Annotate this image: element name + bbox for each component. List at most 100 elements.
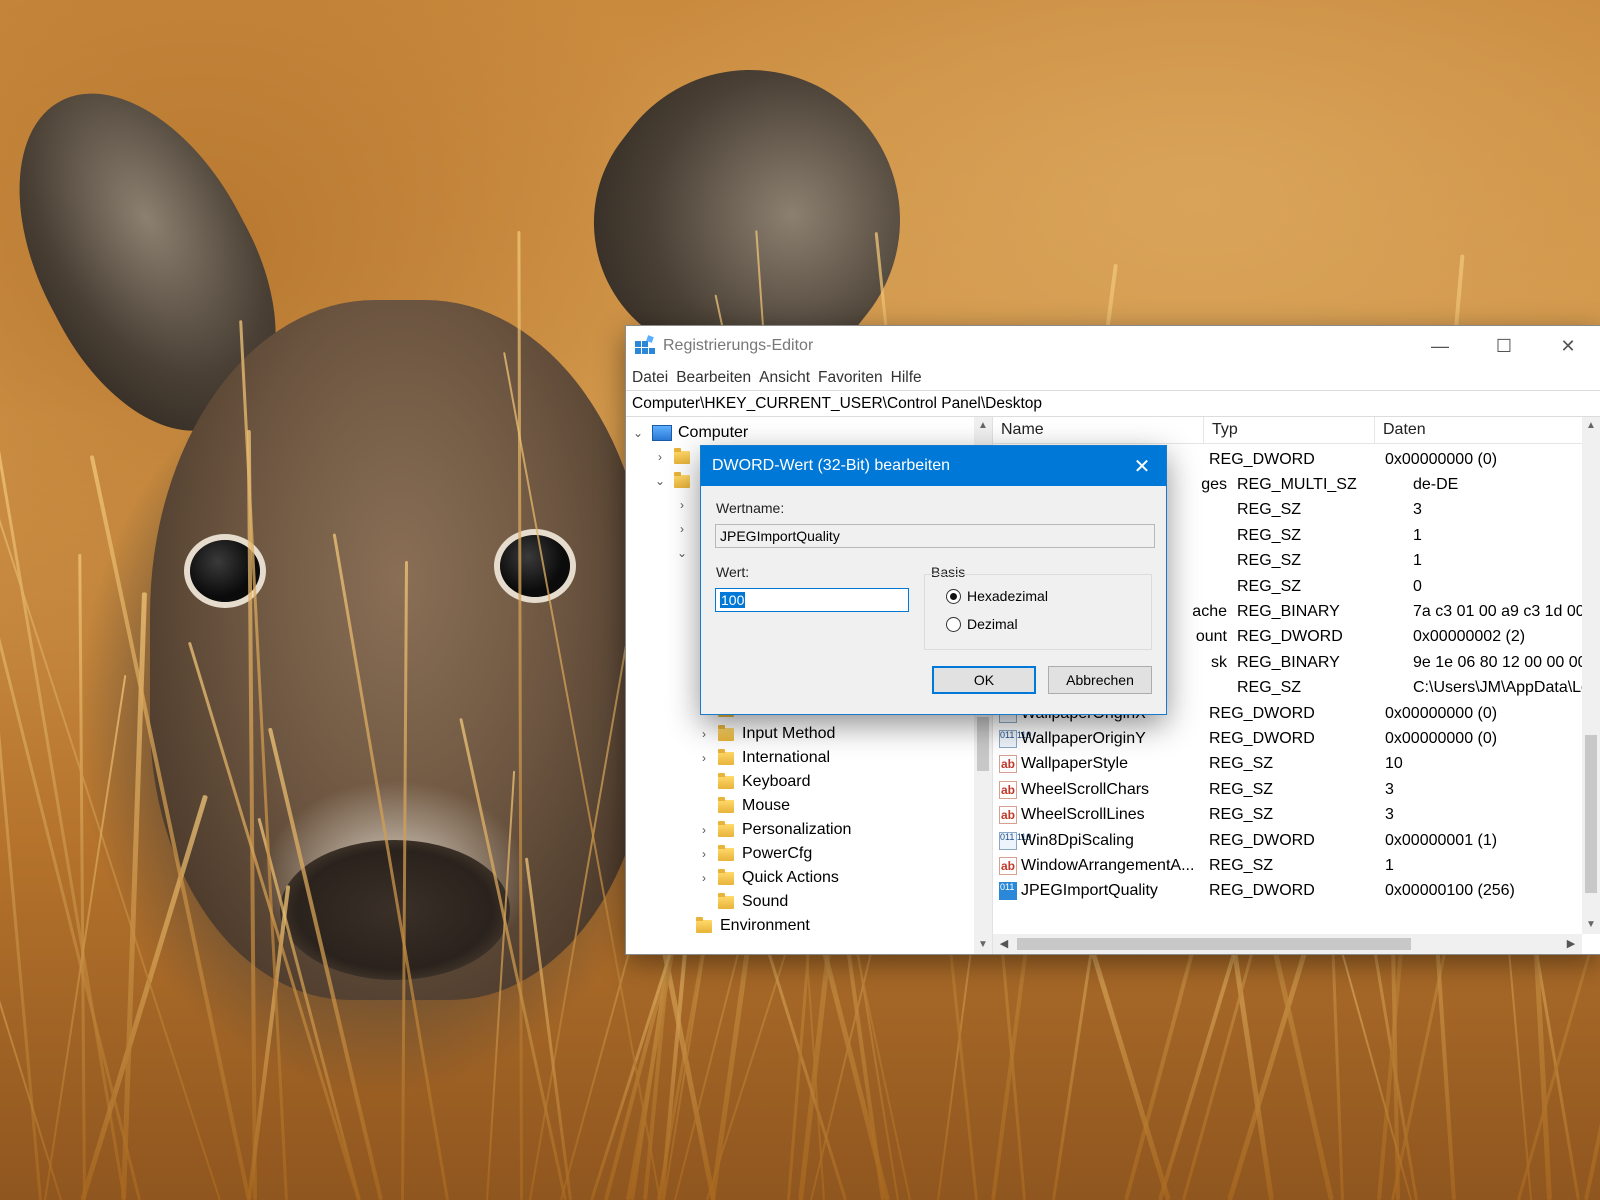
value-type-cell: REG_DWORD — [1209, 882, 1315, 900]
column-header-data[interactable]: Daten — [1375, 417, 1583, 443]
address-bar[interactable]: Computer\HKEY_CURRENT_USER\Control Panel… — [626, 390, 1600, 417]
dialog-close-button[interactable]: ✕ — [1118, 446, 1166, 486]
folder-icon — [718, 892, 734, 909]
tree-item-partial[interactable]: ⌄ — [652, 469, 698, 493]
value-name-cell: ab WheelScrollChars — [993, 780, 1203, 799]
cancel-button[interactable]: Abbrechen — [1048, 666, 1152, 694]
chevron-right-icon[interactable]: › — [696, 751, 712, 765]
base-groupbox — [924, 574, 1152, 650]
tree-item-powercfg[interactable]: › PowerCfg — [696, 842, 812, 866]
value-name: sk — [1211, 653, 1227, 671]
value-row[interactable]: ab WheelScrollChars REG_SZ 3 — [993, 777, 1585, 802]
dialog-titlebar[interactable]: DWORD-Wert (32-Bit) bearbeiten ✕ — [701, 446, 1166, 486]
list-hscroll-thumb[interactable] — [1017, 938, 1411, 950]
regedit-app-icon — [635, 335, 655, 356]
value-name-label: Wertname: — [716, 500, 785, 516]
chevron-down-icon[interactable]: ⌄ — [630, 426, 646, 440]
address-path[interactable]: Computer\HKEY_CURRENT_USER\Control Panel… — [632, 395, 1042, 413]
value-data-cell: 1 — [1413, 552, 1422, 570]
menu-datei[interactable]: Datei — [632, 369, 674, 387]
value-data-cell: 0x00000000 (0) — [1385, 729, 1498, 747]
folder-icon — [696, 916, 712, 933]
binary-value-icon: 011 110 — [999, 882, 1031, 901]
value-type-cell: REG_SZ — [1209, 856, 1274, 874]
value-row[interactable]: ab WindowArrangementA... REG_SZ 1 — [993, 853, 1585, 878]
column-header-type[interactable]: Typ — [1204, 417, 1375, 443]
tree-item-label: Input Method — [742, 725, 836, 742]
regedit-titlebar[interactable]: Registrierungs-Editor — ☐ ✕ — [626, 326, 1600, 366]
value-row[interactable]: 011 110 WallpaperOriginY REG_DWORD 0x000000… — [993, 726, 1585, 751]
tree-item-partial[interactable]: ⌄ — [674, 541, 696, 565]
chevron-right-icon[interactable]: › — [696, 871, 712, 885]
value-row[interactable]: 011 110 Win8DpiScaling REG_DWORD 0x00000001… — [993, 828, 1585, 853]
dword-edit-dialog[interactable]: DWORD-Wert (32-Bit) bearbeiten ✕ Wertnam… — [701, 446, 1166, 714]
tree-item-label: Personalization — [742, 821, 852, 838]
chevron-right-icon[interactable]: › — [652, 450, 668, 464]
chevron-right-icon[interactable]: › — [696, 727, 712, 741]
chevron-right-icon[interactable]: › — [696, 823, 712, 837]
tree-item-partial[interactable]: › — [674, 517, 696, 541]
tree-item-label: Mouse — [742, 797, 791, 814]
value-data-field[interactable]: 100 — [715, 588, 909, 612]
tree-scroll-thumb[interactable] — [977, 717, 989, 771]
value-row[interactable]: ab WheelScrollLines REG_SZ 3 — [993, 803, 1585, 828]
radio-selected-icon[interactable] — [946, 588, 961, 604]
menu-bearbeiten[interactable]: Bearbeiten — [676, 369, 757, 387]
tree-item-label: International — [742, 749, 831, 766]
list-hscrollbar[interactable]: ◀ ▶ — [993, 934, 1582, 954]
list-scrollbar[interactable]: ▲ ▼ — [1582, 417, 1600, 934]
menu-ansicht[interactable]: Ansicht — [759, 369, 816, 387]
value-name-cell: 011 110 WallpaperOriginY — [993, 729, 1203, 748]
close-button[interactable]: ✕ — [1536, 326, 1600, 366]
folder-icon — [718, 820, 734, 837]
chevron-right-icon[interactable]: › — [674, 498, 690, 512]
tree-item-partial[interactable]: › — [674, 493, 696, 517]
tree-item-personalization[interactable]: › Personalization — [696, 818, 851, 842]
tree-item-quick-actions[interactable]: › Quick Actions — [696, 866, 839, 890]
folder-icon — [718, 748, 734, 765]
chevron-down-icon[interactable]: ⌄ — [652, 474, 668, 488]
tree-item-computer[interactable]: ⌄ Computer — [630, 421, 748, 445]
grass-stem — [78, 554, 87, 1200]
radio-hexadecimal[interactable]: Hexadezimal — [946, 588, 1048, 604]
scroll-up-icon[interactable]: ▲ — [974, 417, 992, 435]
tree-item-input-method[interactable]: › Input Method — [696, 722, 835, 746]
scroll-down-icon[interactable]: ▼ — [1582, 916, 1600, 934]
maximize-button[interactable]: ☐ — [1472, 326, 1536, 366]
value-type-cell: REG_SZ — [1209, 755, 1274, 773]
tree-item-environment[interactable]: Environment — [674, 914, 810, 938]
list-header: Name Typ Daten — [993, 417, 1600, 444]
scroll-down-icon[interactable]: ▼ — [974, 936, 992, 954]
tree-item-keyboard[interactable]: Keyboard — [696, 770, 811, 794]
value-data-cell: 1 — [1385, 856, 1394, 874]
value-row[interactable]: ab WallpaperStyle REG_SZ 10 — [993, 752, 1585, 777]
scroll-right-icon[interactable]: ▶ — [1562, 934, 1580, 954]
value-row[interactable]: 011 110 JPEGImportQuality REG_DWORD 0x00000… — [993, 879, 1585, 904]
menu-hilfe[interactable]: Hilfe — [891, 369, 928, 387]
value-data-cell: 1 — [1413, 526, 1422, 544]
tree-item-mouse[interactable]: Mouse — [696, 794, 790, 818]
chevron-down-icon[interactable]: ⌄ — [674, 546, 690, 560]
value-data-cell: 9e 1e 06 80 12 00 00 00 — [1413, 653, 1587, 671]
scroll-up-icon[interactable]: ▲ — [1582, 417, 1600, 435]
string-value-icon: ab — [999, 780, 1017, 799]
menu-favoriten[interactable]: Favoriten — [818, 369, 889, 387]
tree-item-international[interactable]: › International — [696, 746, 830, 770]
radio-decimal[interactable]: Dezimal — [946, 616, 1018, 632]
ok-button[interactable]: OK — [932, 666, 1036, 694]
minimize-button[interactable]: — — [1408, 326, 1472, 366]
value-name-cell: ab WheelScrollLines — [993, 806, 1203, 825]
chevron-right-icon[interactable]: › — [674, 522, 690, 536]
tree-item-partial[interactable]: › — [652, 445, 698, 469]
value-data-text: 100 — [720, 592, 746, 608]
value-name-field[interactable]: JPEGImportQuality — [715, 524, 1155, 548]
folder-icon — [674, 471, 690, 488]
tree-item-sound[interactable]: Sound — [696, 890, 788, 914]
list-scroll-thumb[interactable] — [1585, 735, 1597, 893]
radio-unselected-icon[interactable] — [946, 616, 961, 632]
value-type-cell: REG_DWORD — [1209, 831, 1315, 849]
chevron-right-icon[interactable]: › — [696, 847, 712, 861]
scroll-left-icon[interactable]: ◀ — [995, 934, 1013, 954]
tree-item-label: PowerCfg — [742, 845, 813, 862]
column-header-name[interactable]: Name — [993, 417, 1204, 443]
